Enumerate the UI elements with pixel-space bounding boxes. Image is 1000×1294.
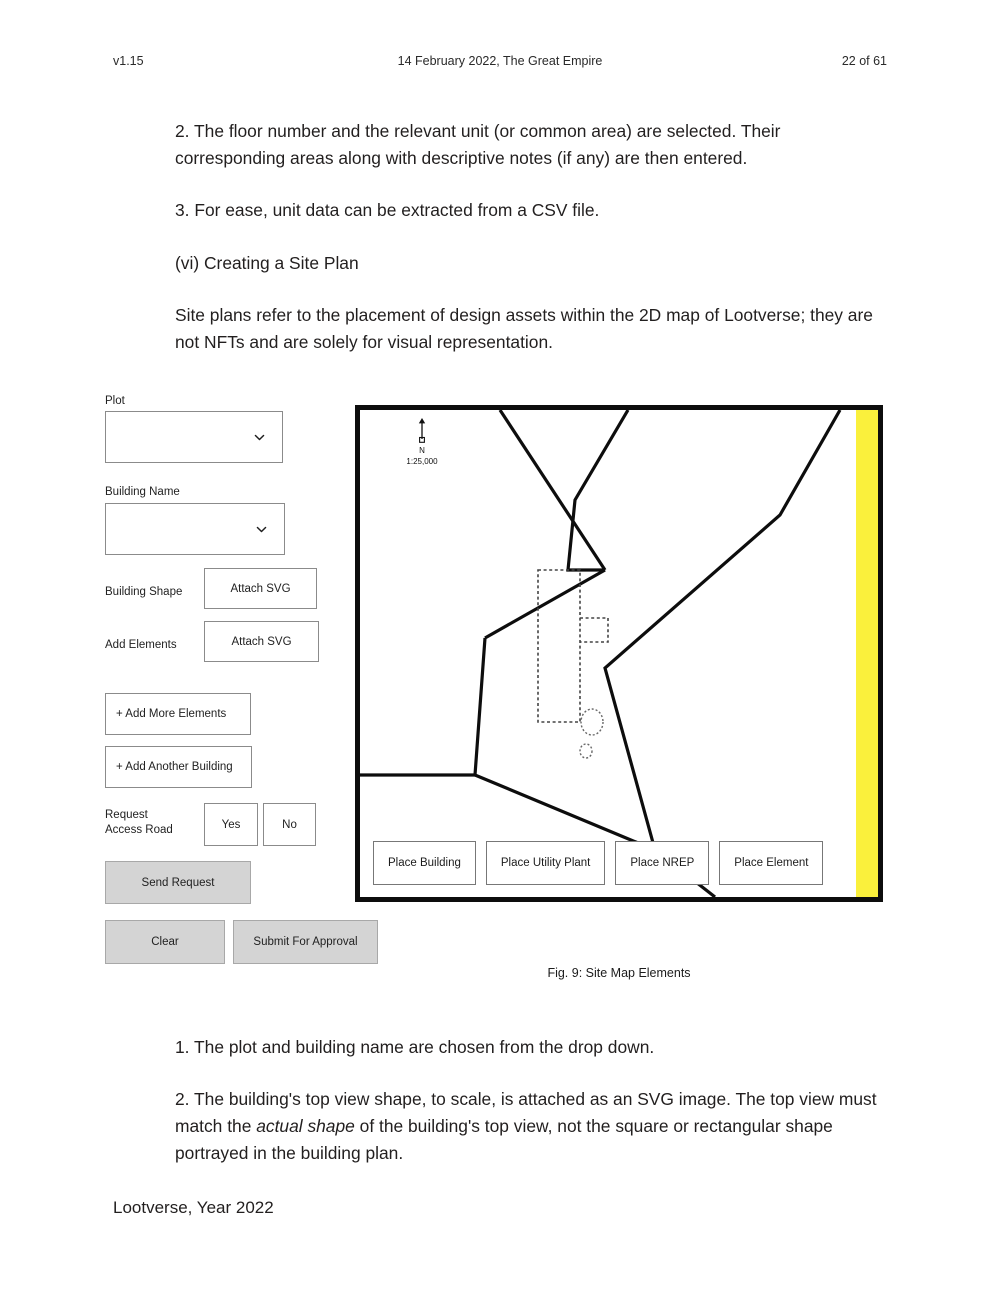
site-map-plot-boundaries [360,410,842,897]
north-label: N [419,446,425,455]
chevron-down-icon [254,434,265,440]
request-access-road-label: Request Access Road [105,809,173,836]
paragraph-step-2: 2. The building's top view shape, to sca… [175,1086,887,1167]
add-elements-attach-svg-button[interactable]: Attach SVG [204,621,319,662]
north-arrow-icon [418,418,426,443]
paragraph-floor-number: 2. The floor number and the relevant uni… [175,121,781,168]
site-map-canvas[interactable]: N 1:25,000 Place Building Place Utility … [355,405,883,902]
building-shape-attach-svg-button[interactable]: Attach SVG [204,568,317,609]
place-toolbar: Place Building Place Utility Plant Place… [373,841,824,885]
building-name-select[interactable] [105,503,285,555]
plot-line-a [498,410,607,571]
submit-for-approval-button[interactable]: Submit For Approval [233,920,378,964]
add-more-elements-button[interactable]: + Add More Elements [105,693,251,735]
add-elements-label: Add Elements [105,639,177,651]
place-nrep-button[interactable]: Place NREP [615,841,710,885]
building-name-label: Building Name [105,486,180,498]
place-building-button[interactable]: Place Building [373,841,476,885]
access-road-strip [856,410,878,897]
send-request-button[interactable]: Send Request [105,861,251,904]
site-plan-form-panel: Plot Building Name Building Shape Attach… [105,385,395,985]
figure-caption: Fig. 9: Site Map Elements [547,966,691,980]
place-element-button[interactable]: Place Element [719,841,824,885]
step2-emphasis: actual shape [256,1116,355,1136]
plot-select[interactable] [105,411,283,463]
plot-line-d [360,637,487,777]
page-footer: Lootverse, Year 2022 [113,1198,274,1217]
section-heading-site-plan: (vi) Creating a Site Plan [175,253,359,273]
plot-line-f [603,410,842,851]
place-utility-plant-button[interactable]: Place Utility Plant [485,841,606,885]
element-marker-small-dotted [579,743,593,759]
chevron-down-icon [256,526,267,532]
plot-line-c [566,410,630,572]
plot-line-b [484,568,606,640]
map-legend: N 1:25,000 [382,418,462,467]
paragraph-step-1: 1. The plot and building name are chosen… [175,1037,655,1057]
add-another-building-button[interactable]: + Add Another Building [105,746,252,788]
plot-label: Plot [105,395,125,407]
page-header: v1.15 14 February 2022, The Great Empire… [0,54,1000,76]
request-access-road-no-button[interactable]: No [263,803,316,846]
request-access-road-yes-button[interactable]: Yes [204,803,258,846]
map-scale-label: 1:25,000 [406,457,438,466]
paragraph-csv: 3. For ease, unit data can be extracted … [175,200,600,220]
header-page-number: 22 of 61 [841,54,887,68]
clear-button[interactable]: Clear [105,920,225,964]
paragraph-site-plans: Site plans refer to the placement of des… [175,305,873,352]
building-footprint-dotted [537,569,581,723]
building-shape-label: Building Shape [105,586,183,598]
element-marker-large-dotted [580,708,604,736]
figure-site-map-elements: Plot Building Name Building Shape Attach… [0,385,1000,985]
access-road-stub-dotted [580,617,609,643]
